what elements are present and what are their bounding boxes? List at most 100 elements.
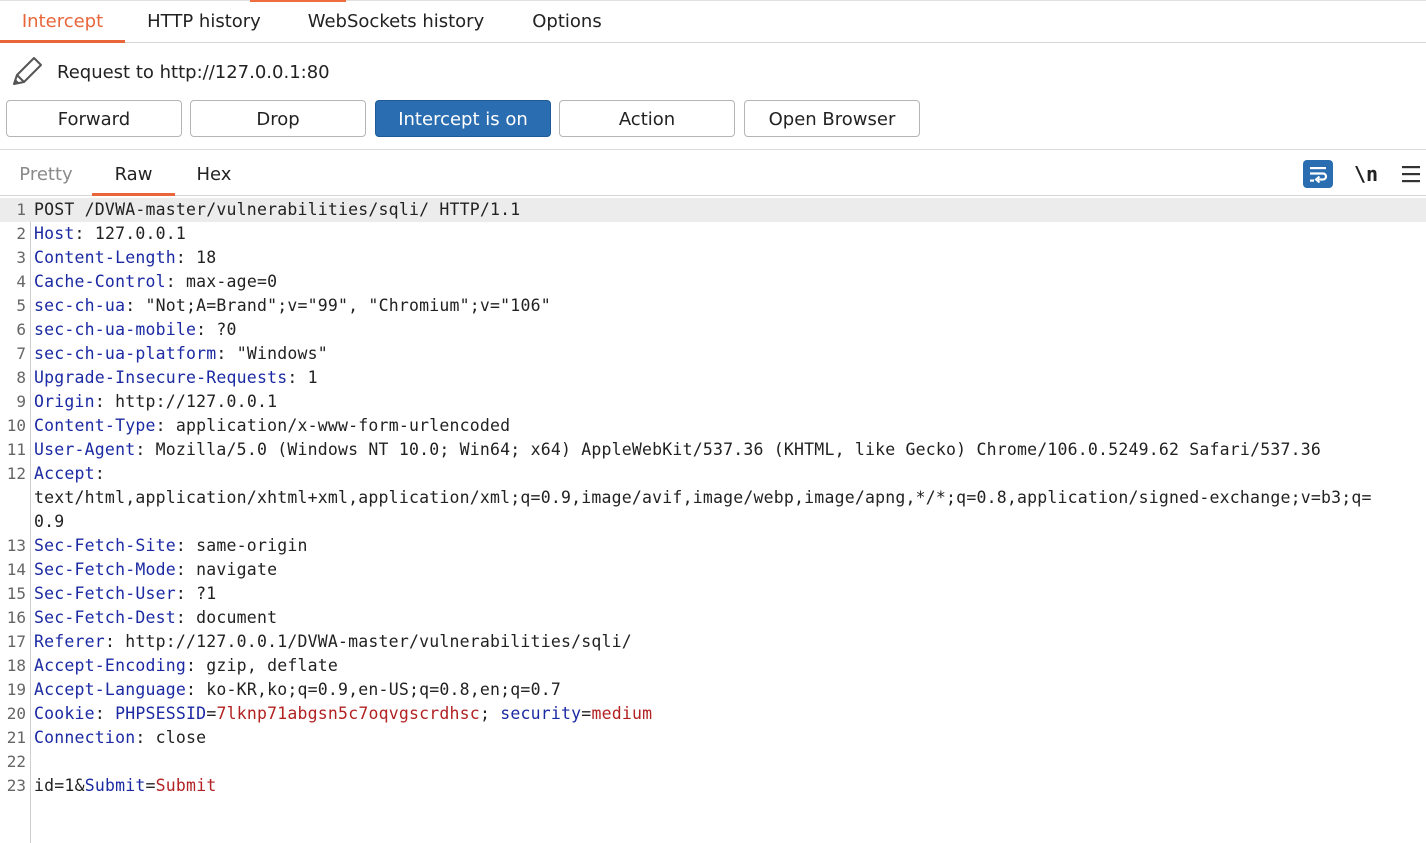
param-value: 1 — [64, 776, 75, 795]
header-name: Sec-Fetch-Mode — [34, 560, 176, 579]
header-value: : 1 — [287, 368, 318, 387]
cookie-equals: = — [581, 704, 592, 723]
param-equals: = — [54, 776, 65, 795]
code-line: 7 sec-ch-ua-platform: "Windows" — [0, 342, 1426, 366]
line-text: Origin: http://127.0.0.1 — [34, 390, 277, 414]
word-wrap-icon[interactable] — [1303, 160, 1333, 188]
request-target-label: Request to http://127.0.0.1:80 — [57, 62, 330, 83]
line-text: POST /DVWA-master/vulnerabilities/sqli/ … — [34, 198, 520, 222]
show-newlines-icon[interactable]: \n — [1354, 160, 1380, 188]
line-text: sec-ch-ua-mobile: ?0 — [34, 318, 237, 342]
code-line: 11 User-Agent: Mozilla/5.0 (Windows NT 10… — [0, 438, 1426, 462]
header-value: : "Not;A=Brand";v="99", "Chromium";v="10… — [125, 296, 551, 315]
line-text: Content-Length: 18 — [34, 246, 216, 270]
header-name: Referer — [34, 632, 105, 651]
line-content: 0.9 — [34, 512, 65, 531]
line-text: Sec-Fetch-Mode: navigate — [34, 558, 277, 582]
header-name: Cookie — [34, 704, 95, 723]
header-name: Sec-Fetch-User — [34, 584, 176, 603]
header-name: Host — [34, 224, 75, 243]
action-button[interactable]: Action — [559, 100, 735, 137]
header-name: Content-Type — [34, 416, 156, 435]
tab-options[interactable]: Options — [518, 1, 616, 42]
code-line: 0.9 — [0, 510, 1426, 534]
cookie-equals: = — [206, 704, 217, 723]
param-name: id — [34, 776, 55, 795]
line-number: 8 — [16, 368, 26, 387]
header-name: Accept-Encoding — [34, 656, 187, 675]
header-value: : ?0 — [196, 320, 237, 339]
cookie-separator: ; — [479, 704, 501, 723]
header-value: : gzip, deflate — [186, 656, 339, 675]
header-value: : document — [175, 608, 278, 627]
header-value: : Mozilla/5.0 (Windows NT 10.0; Win64; x… — [135, 440, 1322, 459]
line-number: 20 — [6, 704, 26, 723]
open-browser-button[interactable]: Open Browser — [744, 100, 920, 137]
line-text: text/html,application/xhtml+xml,applicat… — [34, 486, 1372, 510]
line-content: text/html,application/xhtml+xml,applicat… — [34, 488, 1372, 507]
raw-request-editor[interactable]: 1 POST /DVWA-master/vulnerabilities/sqli/… — [0, 198, 1426, 843]
code-line: 14 Sec-Fetch-Mode: navigate — [0, 558, 1426, 582]
line-text: Connection: close — [34, 726, 206, 750]
line-number: 12 — [6, 464, 26, 483]
header-name: Accept — [34, 464, 95, 483]
tab-intercept[interactable]: Intercept — [0, 1, 125, 43]
header-value: : close — [135, 728, 207, 747]
header-name: Accept-Language — [34, 680, 187, 699]
tab-http-history[interactable]: HTTP history — [134, 1, 274, 42]
line-text: Referer: http://127.0.0.1/DVWA-master/vu… — [34, 630, 632, 654]
line-text: Cookie: PHPSESSID=7lknp71abgsn5c7oqvgscr… — [34, 702, 652, 726]
code-line: 12 Accept: — [0, 462, 1426, 486]
header-value: : max-age=0 — [165, 272, 278, 291]
header-value: : ko-KR,ko;q=0.9,en-US;q=0.8,en;q=0.7 — [186, 680, 561, 699]
line-text: 0.9 — [34, 510, 64, 534]
forward-button[interactable]: Forward — [6, 100, 182, 137]
line-number: 6 — [16, 320, 26, 339]
code-line: 8 Upgrade-Insecure-Requests: 1 — [0, 366, 1426, 390]
header-name: Cache-Control — [34, 272, 166, 291]
menu-icon[interactable] — [1400, 160, 1422, 188]
header-name: Origin — [34, 392, 95, 411]
code-line: 5 sec-ch-ua: "Not;A=Brand";v="99", "Chrom… — [0, 294, 1426, 318]
header-name: Sec-Fetch-Dest — [34, 608, 176, 627]
tab-websockets-history[interactable]: WebSockets history — [296, 1, 496, 42]
code-line: text/html,application/xhtml+xml,applicat… — [0, 486, 1426, 510]
line-text: Accept: — [34, 462, 105, 486]
code-line: 21 Connection: close — [0, 726, 1426, 750]
line-text: Cache-Control: max-age=0 — [34, 270, 277, 294]
tab-hex[interactable]: Hex — [180, 150, 248, 195]
code-line: 10 Content-Type: application/x-www-form-u… — [0, 414, 1426, 438]
proxy-tabs: Intercept HTTP history WebSockets histor… — [0, 1, 1426, 43]
line-number: 14 — [6, 560, 26, 579]
line-number: 1 — [16, 200, 26, 219]
code-line: 15 Sec-Fetch-User: ?1 — [0, 582, 1426, 606]
header-name: sec-ch-ua — [34, 296, 126, 315]
code-line: 17 Referer: http://127.0.0.1/DVWA-master/… — [0, 630, 1426, 654]
line-text: Host: 127.0.0.1 — [34, 222, 186, 246]
param-separator: & — [74, 776, 85, 795]
line-text: sec-ch-ua: "Not;A=Brand";v="99", "Chromi… — [34, 294, 551, 318]
header-name: sec-ch-ua-mobile — [34, 320, 197, 339]
code-line: 20 Cookie: PHPSESSID=7lknp71abgsn5c7oqvgs… — [0, 702, 1426, 726]
tab-raw[interactable]: Raw — [92, 150, 175, 196]
header-name: Upgrade-Insecure-Requests — [34, 368, 288, 387]
line-number: 22 — [6, 752, 26, 771]
code-line: 16 Sec-Fetch-Dest: document — [0, 606, 1426, 630]
line-number: 2 — [16, 224, 26, 243]
line-number: 10 — [6, 416, 26, 435]
intercept-toggle-button[interactable]: Intercept is on — [375, 100, 551, 137]
cookie-name: security — [500, 704, 582, 723]
header-value: : — [94, 464, 105, 483]
line-text: Sec-Fetch-Dest: document — [34, 606, 277, 630]
param-value: Submit — [155, 776, 217, 795]
line-text: Accept-Encoding: gzip, deflate — [34, 654, 338, 678]
line-text: Upgrade-Insecure-Requests: 1 — [34, 366, 318, 390]
pencil-icon[interactable] — [10, 55, 44, 87]
tab-pretty[interactable]: Pretty — [8, 150, 84, 195]
code-line: 2 Host: 127.0.0.1 — [0, 222, 1426, 246]
line-number: 21 — [6, 728, 26, 747]
code-line: 1 POST /DVWA-master/vulnerabilities/sqli/… — [0, 198, 1426, 222]
header-value: : http://127.0.0.1/DVWA-master/vulnerabi… — [104, 632, 632, 651]
code-line: 13 Sec-Fetch-Site: same-origin — [0, 534, 1426, 558]
drop-button[interactable]: Drop — [190, 100, 366, 137]
